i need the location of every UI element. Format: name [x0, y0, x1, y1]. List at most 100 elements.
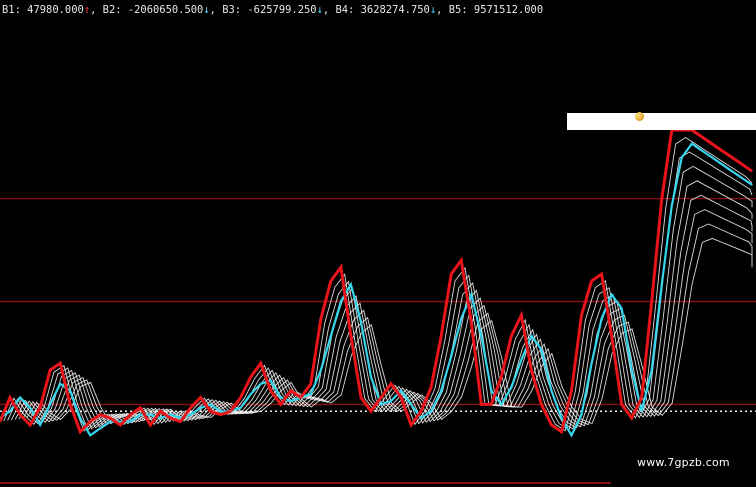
cyan-point-48 — [480, 335, 482, 337]
cyan-point-63 — [631, 369, 633, 371]
cyan-point-61 — [611, 294, 613, 296]
red-point-25 — [250, 376, 252, 378]
overlay-white-band — [567, 113, 756, 130]
cyan-point-54 — [540, 348, 543, 351]
cyan-point-55 — [550, 390, 553, 392]
chart-canvas: B1: 47980.000↑, B2: -2060650.500↓, B3: -… — [0, 0, 756, 487]
red-point-74 — [741, 163, 743, 165]
red-point-14 — [139, 407, 141, 409]
cyan-point-67 — [671, 204, 673, 207]
red-point-15 — [149, 424, 151, 426]
cyan-point-1 — [9, 410, 11, 412]
cyan-point-23 — [230, 410, 232, 412]
cyan-point-9 — [89, 434, 91, 436]
cyan-point-31 — [310, 393, 312, 395]
cyan-point-45 — [450, 355, 452, 357]
cyan-point-62 — [621, 307, 623, 309]
cyan-point-35 — [350, 283, 352, 285]
red-point-62 — [621, 403, 623, 405]
cyan-point-64 — [641, 410, 643, 412]
red-point-18 — [179, 420, 182, 423]
cyan-point-8 — [79, 417, 81, 419]
red-point-65 — [651, 300, 653, 303]
red-point-60 — [601, 273, 603, 275]
cyan-point-32 — [320, 369, 322, 371]
cyan-point-19 — [189, 414, 192, 416]
cyan-point-42 — [420, 417, 422, 419]
red-point-61 — [611, 335, 613, 337]
cyan-point-49 — [490, 390, 492, 392]
red-point-41 — [410, 424, 412, 426]
series-line-red — [0, 128, 753, 435]
indicator-plot — [0, 128, 756, 484]
cyan-point-58 — [580, 414, 583, 416]
cyan-point-20 — [199, 407, 202, 409]
red-point-5 — [49, 369, 51, 371]
cyan-point-75 — [751, 184, 753, 186]
red-point-10 — [99, 414, 101, 416]
cyan-point-50 — [500, 403, 502, 405]
red-point-46 — [460, 259, 462, 261]
red-point-57 — [570, 390, 573, 392]
cyan-point-56 — [560, 417, 563, 419]
red-point-52 — [520, 314, 522, 316]
cyan-point-11 — [109, 420, 111, 423]
red-point-37 — [370, 410, 372, 412]
readout-b5: , B5: 9571512.000 — [436, 3, 544, 16]
red-point-33 — [330, 280, 332, 282]
cyan-point-39 — [390, 400, 392, 402]
watermark-text: www.7gpzb.com — [637, 456, 730, 469]
cyan-point-22 — [219, 410, 222, 412]
red-point-73 — [731, 156, 733, 159]
red-point-64 — [641, 396, 643, 399]
red-point-31 — [310, 383, 312, 385]
red-point-66 — [661, 198, 663, 200]
red-point-36 — [360, 396, 362, 399]
red-point-47 — [470, 321, 472, 323]
cyan-point-43 — [430, 410, 432, 412]
cyan-point-33 — [330, 335, 332, 337]
cyan-point-36 — [360, 321, 362, 323]
cyan-point-10 — [99, 427, 101, 430]
cyan-point-40 — [400, 390, 402, 392]
cyan-point-71 — [711, 156, 713, 159]
ribbon-line-1 — [3, 136, 753, 432]
cyan-point-51 — [510, 386, 512, 388]
cyan-point-27 — [270, 379, 272, 381]
cyan-point-46 — [460, 318, 462, 320]
red-point-55 — [550, 424, 553, 426]
red-point-45 — [450, 273, 452, 275]
coin-icon — [635, 112, 644, 121]
red-point-21 — [209, 410, 212, 412]
cyan-point-7 — [69, 390, 71, 392]
red-point-22 — [219, 414, 222, 416]
red-point-51 — [510, 335, 512, 337]
cyan-point-2 — [19, 396, 21, 399]
cyan-point-30 — [300, 396, 302, 399]
cyan-point-65 — [651, 369, 653, 371]
red-point-26 — [260, 362, 262, 364]
red-point-38 — [380, 396, 382, 399]
red-point-75 — [751, 170, 753, 172]
red-point-16 — [159, 410, 162, 412]
cyan-point-59 — [590, 362, 593, 364]
red-point-58 — [580, 314, 583, 316]
readout-b1: B1: 47980.000 — [2, 3, 84, 16]
cyan-point-13 — [129, 420, 131, 423]
red-point-11 — [109, 417, 111, 419]
red-point-27 — [270, 390, 272, 392]
red-point-54 — [540, 403, 543, 405]
red-point-17 — [169, 417, 172, 419]
red-point-8 — [79, 431, 81, 433]
red-point-29 — [290, 390, 292, 392]
cyan-point-29 — [290, 400, 292, 402]
red-point-63 — [631, 417, 633, 419]
red-point-20 — [199, 396, 202, 399]
red-point-19 — [189, 407, 192, 409]
red-point-28 — [280, 403, 282, 405]
cyan-point-53 — [530, 335, 533, 337]
red-point-49 — [490, 403, 492, 405]
cyan-point-60 — [601, 318, 603, 320]
red-point-34 — [340, 266, 342, 268]
cyan-point-6 — [59, 383, 61, 385]
